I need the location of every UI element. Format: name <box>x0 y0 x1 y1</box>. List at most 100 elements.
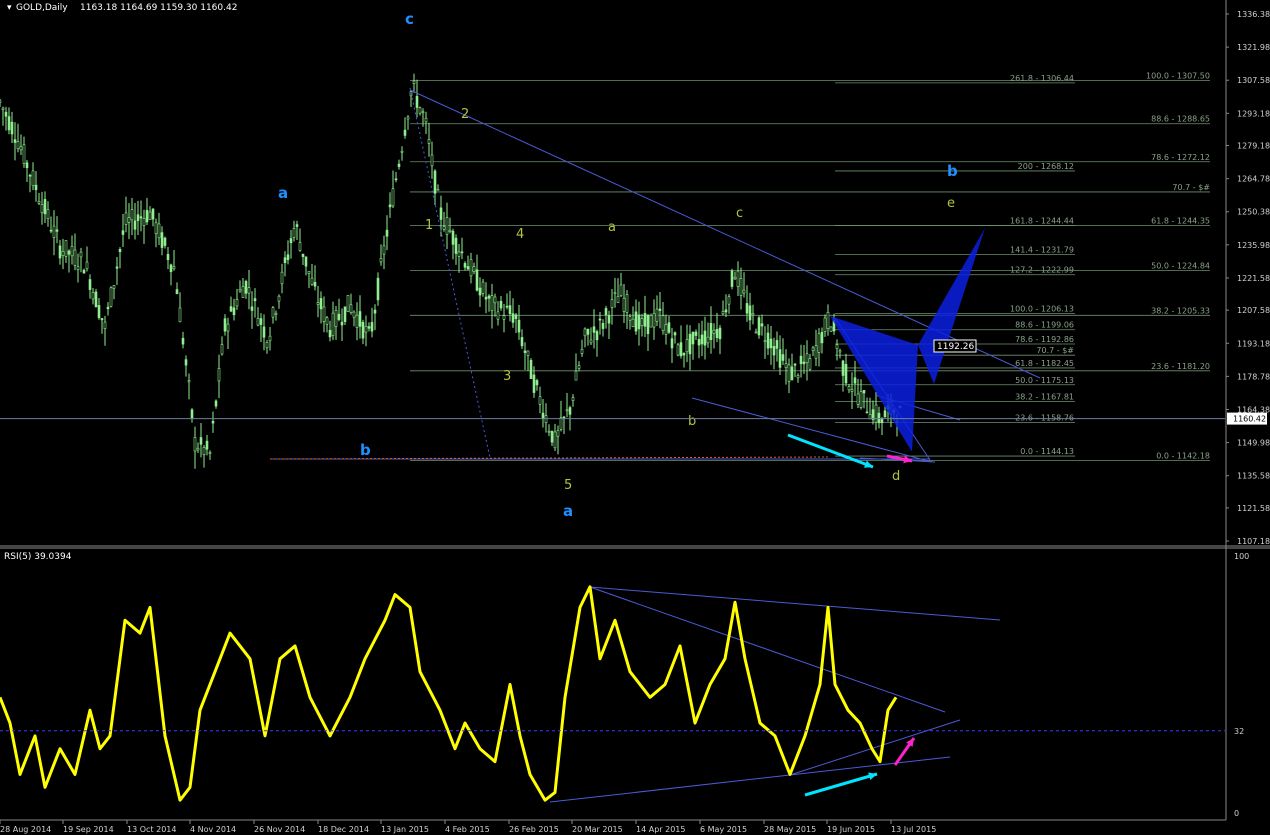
candle-body <box>442 226 446 230</box>
fib-left-label: 78.6 - 1192.86 <box>1015 335 1074 344</box>
candle-body <box>106 306 110 310</box>
rsi-tick-label: 100 <box>1234 552 1249 561</box>
current-price-label: 1160.42 <box>1233 415 1266 424</box>
wave-label-major: b <box>360 441 371 459</box>
candle-body <box>16 141 20 150</box>
candle-body <box>196 447 200 451</box>
candle-body <box>232 307 236 316</box>
candle-body <box>706 336 710 344</box>
candle-body <box>580 348 584 354</box>
candle-body <box>721 310 725 315</box>
candle-body <box>262 326 266 338</box>
candle-body <box>775 340 779 349</box>
time-tick-label: 6 May 2015 <box>700 825 747 834</box>
candle-body <box>781 354 785 361</box>
candle-body <box>877 412 881 424</box>
candle-body <box>397 163 401 167</box>
candle-body <box>664 324 668 335</box>
price-tick-label: 1250.38 <box>1237 208 1270 217</box>
rsi-panel <box>0 585 898 802</box>
candle-body <box>334 310 338 327</box>
candle-body <box>169 264 173 273</box>
candle-body <box>346 295 350 312</box>
candle-body <box>304 256 308 267</box>
candle-body <box>124 212 128 225</box>
candle-body <box>205 440 209 450</box>
candle-body <box>490 295 494 311</box>
candle-body <box>598 318 602 321</box>
candle-body <box>211 420 215 424</box>
candle-body <box>217 368 221 382</box>
candle-body <box>589 339 593 344</box>
candle-body <box>565 409 569 412</box>
candle-body <box>352 311 356 318</box>
candle-body <box>847 386 851 391</box>
candle-body <box>289 238 293 244</box>
candle-body <box>577 365 581 369</box>
price-tick-label: 1221.58 <box>1237 274 1270 283</box>
candle-body <box>823 317 827 333</box>
candle-body <box>622 297 626 312</box>
candle-body <box>529 360 533 379</box>
candle-body <box>184 359 188 366</box>
rsi-trendline <box>789 719 961 776</box>
candle-body <box>769 338 773 349</box>
rsi-title: RSI(5) 39.0394 <box>4 552 72 562</box>
candle-body <box>208 452 212 454</box>
price-tick-label: 1121.58 <box>1237 504 1270 513</box>
candle-body <box>328 330 332 338</box>
cyan-arrow-price <box>787 433 874 469</box>
candle-body <box>187 380 191 383</box>
candle-body <box>526 350 530 356</box>
candle-body <box>460 251 464 254</box>
candle-body <box>238 289 242 292</box>
candle-body <box>574 370 578 381</box>
candle-body <box>745 303 749 314</box>
candle-body <box>403 129 407 136</box>
candle-body <box>292 228 296 238</box>
candle-body <box>523 350 527 353</box>
fib-left-label: 70.7 - $# <box>1036 346 1074 355</box>
candle-body <box>793 363 797 366</box>
candle-body <box>433 170 437 194</box>
price-tick-label: 1149.98 <box>1237 439 1270 448</box>
candle-body <box>733 276 737 280</box>
candle-body <box>385 229 389 237</box>
candle-body <box>181 337 185 345</box>
candle-body <box>826 311 830 329</box>
candle-body <box>703 330 707 346</box>
candle-body <box>829 326 833 332</box>
fib-right-label: 100.0 - 1307.50 <box>1146 71 1210 80</box>
candle-body <box>667 322 671 333</box>
candle-body <box>295 224 299 227</box>
candle-body <box>646 314 650 335</box>
header-menu-icon[interactable]: ▾ <box>7 3 12 13</box>
candle-body <box>697 339 701 346</box>
candle-body <box>865 411 869 414</box>
time-tick-label: 20 Mar 2015 <box>572 825 623 834</box>
wave-label-major: c <box>405 10 414 28</box>
candle-body <box>883 410 887 418</box>
candle-body <box>277 295 281 302</box>
candle-body <box>256 318 260 326</box>
candle-body <box>142 218 146 226</box>
candle-body <box>427 139 431 144</box>
fib-right-label: 88.6 - 1288.65 <box>1151 115 1210 124</box>
candle-body <box>436 188 440 191</box>
candle-body <box>856 393 860 405</box>
candle-body <box>178 307 182 323</box>
time-tick-label: 19 Jun 2015 <box>827 825 875 834</box>
candle-body <box>364 325 368 333</box>
fib-left-label: 0.0 - 1144.13 <box>1020 447 1074 456</box>
candle-body <box>535 380 539 386</box>
candle-body <box>280 271 284 285</box>
candle-body <box>499 301 503 309</box>
candle-body <box>286 254 290 260</box>
candle-body <box>838 350 842 353</box>
chart-canvas[interactable]: 261.8 - 1306.44200 - 1268.12161.8 - 1244… <box>0 0 1270 835</box>
candle-body <box>229 306 233 312</box>
candle-body <box>394 178 398 181</box>
candle-body <box>43 199 47 215</box>
price-tick-label: 1293.18 <box>1237 109 1270 118</box>
rsi-tick-label: 32 <box>1234 727 1244 736</box>
